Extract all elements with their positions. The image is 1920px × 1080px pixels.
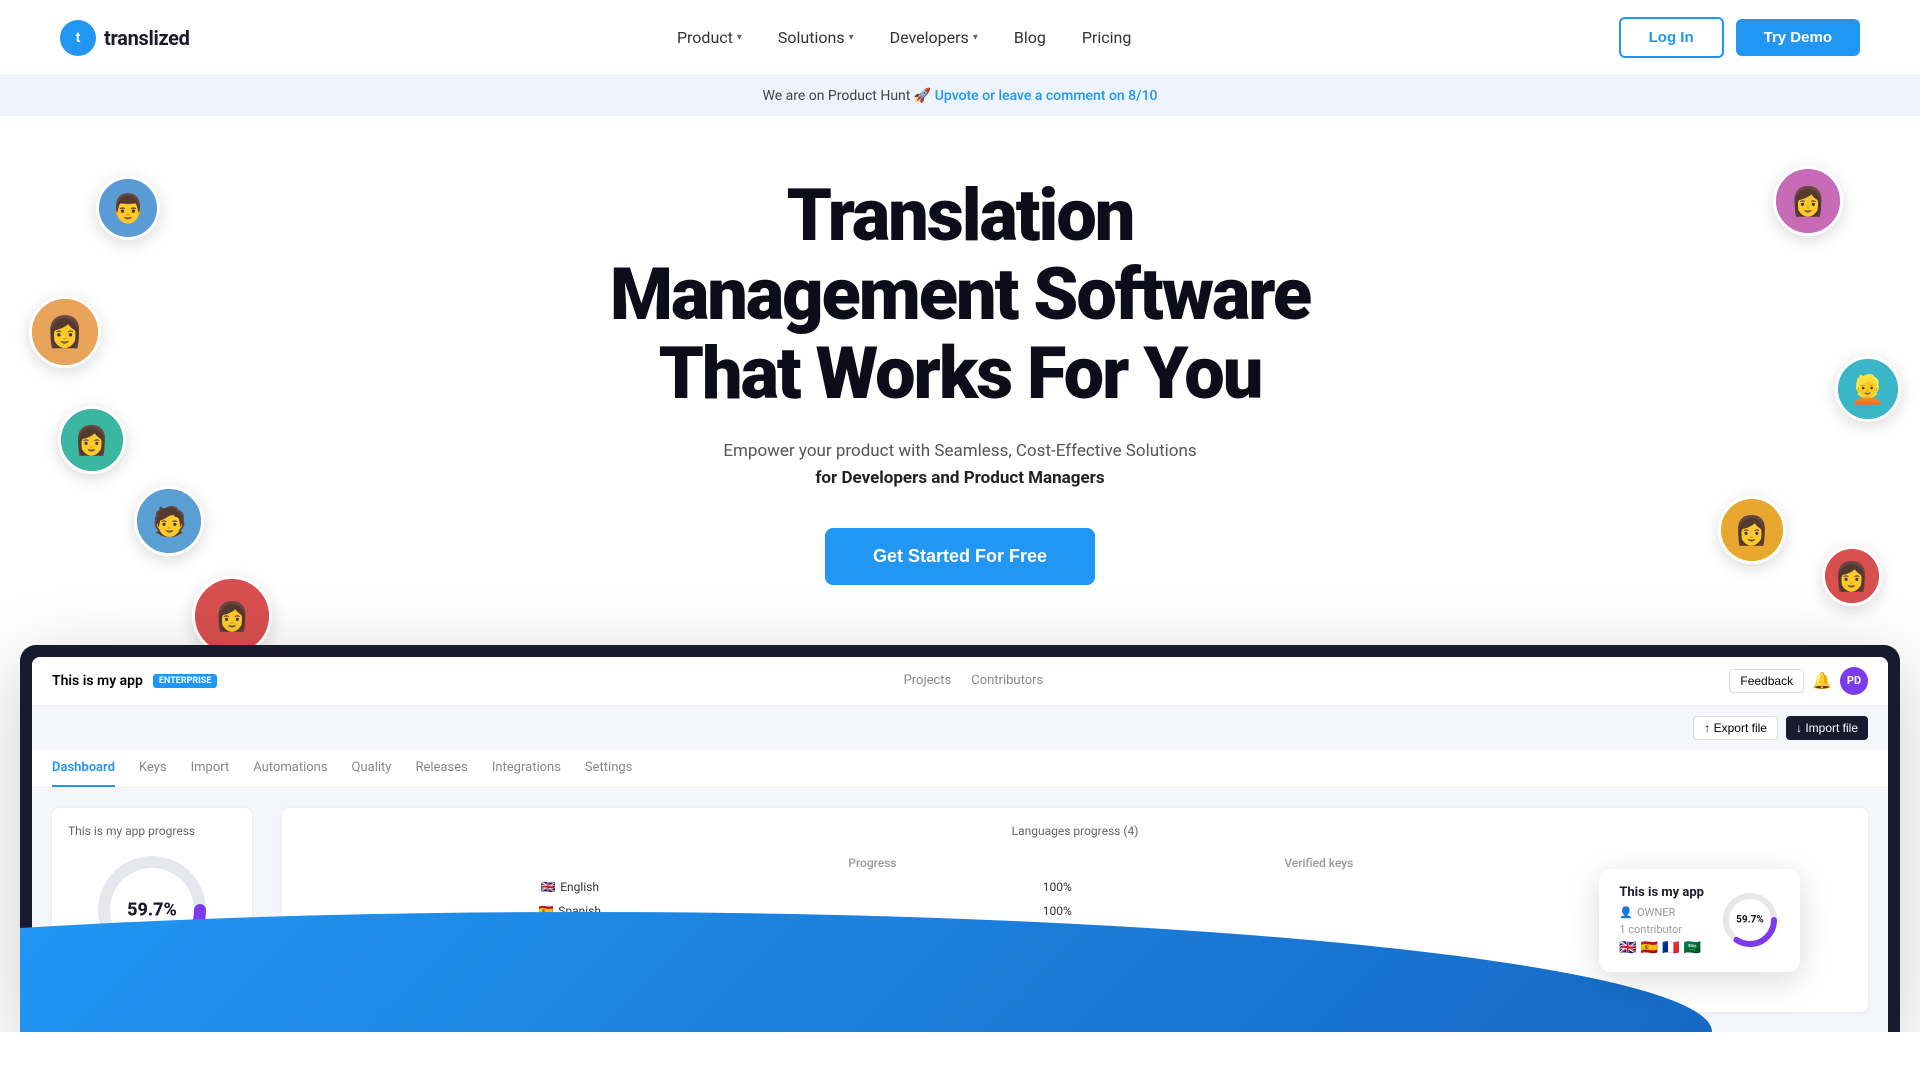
nav-links: Product ▾ Solutions ▾ Developers ▾ Blog … xyxy=(677,28,1131,47)
nav-contributors[interactable]: Contributors xyxy=(971,673,1043,688)
avatar: 👩 xyxy=(1773,166,1843,236)
languages-title: Languages progress (4) xyxy=(298,824,1852,838)
nav-developers[interactable]: Developers ▾ xyxy=(890,28,978,47)
floating-card: This is my app 👤 OWNER 1 contributor 🇬🇧 … xyxy=(1599,869,1800,972)
progress-percent: 59.7% xyxy=(127,899,177,920)
chevron-down-icon: ▾ xyxy=(849,32,854,43)
feedback-button[interactable]: Feedback xyxy=(1729,669,1804,693)
hero-headline: Translation Management Software That Wor… xyxy=(510,176,1410,414)
tab-keys[interactable]: Keys xyxy=(139,750,167,787)
dashboard-topbar: This is my app ENTERPRISE Projects Contr… xyxy=(32,657,1888,706)
tab-releases[interactable]: Releases xyxy=(415,750,467,787)
lang-col-progress: Progress xyxy=(840,852,1274,874)
banner-link[interactable]: Upvote or leave a comment on 8/10 xyxy=(935,88,1158,104)
nav-solutions[interactable]: Solutions ▾ xyxy=(778,28,854,47)
try-demo-button[interactable]: Try Demo xyxy=(1736,19,1860,56)
tab-import[interactable]: Import xyxy=(191,750,230,787)
file-actions-bar: ↑ Export file ↓ Import file xyxy=(32,706,1888,750)
dashboard-preview: This is my app ENTERPRISE Projects Contr… xyxy=(20,645,1900,1032)
login-button[interactable]: Log In xyxy=(1619,17,1724,58)
nav-projects[interactable]: Projects xyxy=(904,673,952,688)
floating-card-title: This is my app xyxy=(1619,885,1704,900)
tab-settings[interactable]: Settings xyxy=(585,750,632,787)
chevron-down-icon: ▾ xyxy=(973,32,978,43)
import-icon: ↓ xyxy=(1796,721,1805,735)
dashboard-actions: Feedback 🔔 PD xyxy=(1729,667,1868,695)
floating-card-contributors: 1 contributor xyxy=(1619,923,1704,936)
hero-section: 👨 👩 👩 🧑 👩 👩 👱 👩 👩 Translation Management… xyxy=(0,116,1920,1032)
chevron-down-icon: ▾ xyxy=(737,32,742,43)
avatar: 👩 xyxy=(1822,546,1882,606)
tab-dashboard[interactable]: Dashboard xyxy=(52,750,115,787)
avatar: 👩 xyxy=(29,296,101,368)
navigation: t translized Product ▾ Solutions ▾ Devel… xyxy=(0,0,1920,76)
user-avatar[interactable]: PD xyxy=(1840,667,1868,695)
avatar: 👨 xyxy=(96,176,160,240)
floating-card-info: This is my app 👤 OWNER 1 contributor 🇬🇧 … xyxy=(1619,885,1704,956)
nav-product[interactable]: Product ▾ xyxy=(677,28,742,47)
avatar: 👩 xyxy=(1718,496,1786,564)
export-file-button[interactable]: ↑ Export file xyxy=(1693,716,1778,740)
dashboard-tabs: Dashboard Keys Import Automations Qualit… xyxy=(32,750,1888,788)
tab-integrations[interactable]: Integrations xyxy=(492,750,561,787)
nav-pricing[interactable]: Pricing xyxy=(1082,28,1132,47)
import-file-button[interactable]: ↓ Import file xyxy=(1786,716,1868,740)
product-hunt-banner: We are on Product Hunt 🚀 Upvote or leave… xyxy=(0,76,1920,116)
avatar: 🧑 xyxy=(134,486,204,556)
floating-card-flags: 🇬🇧 🇪🇸 🇫🇷 🇸🇦 xyxy=(1619,940,1704,956)
bell-icon[interactable]: 🔔 xyxy=(1812,671,1832,690)
tab-quality[interactable]: Quality xyxy=(352,750,392,787)
hero-subtitle: Empower your product with Seamless, Cost… xyxy=(20,438,1900,492)
floating-card-donut: 59.7% xyxy=(1720,890,1780,950)
logo[interactable]: t translized xyxy=(60,20,190,56)
user-icon: 👤 xyxy=(1619,906,1633,919)
nav-blog[interactable]: Blog xyxy=(1014,28,1046,47)
banner-text: We are on Product Hunt 🚀 xyxy=(763,88,932,104)
progress-title: This is my app progress xyxy=(68,824,236,838)
nav-actions: Log In Try Demo xyxy=(1619,17,1860,58)
enterprise-badge: ENTERPRISE xyxy=(153,674,218,688)
floating-card-percent: 59.7% xyxy=(1736,915,1764,926)
lang-col-name xyxy=(300,852,838,874)
tab-automations[interactable]: Automations xyxy=(253,750,327,787)
export-icon: ↑ xyxy=(1704,721,1713,735)
logo-text: translized xyxy=(104,26,190,50)
get-started-button[interactable]: Get Started For Free xyxy=(825,528,1095,585)
avatar: 👱 xyxy=(1835,356,1901,422)
floating-card-role: 👤 OWNER xyxy=(1619,906,1704,919)
logo-letter: t xyxy=(76,30,81,46)
logo-icon: t xyxy=(60,20,96,56)
app-name: This is my app ENTERPRISE xyxy=(52,673,217,689)
dashboard-top-nav: Projects Contributors xyxy=(904,673,1044,688)
avatar: 👩 xyxy=(58,406,126,474)
